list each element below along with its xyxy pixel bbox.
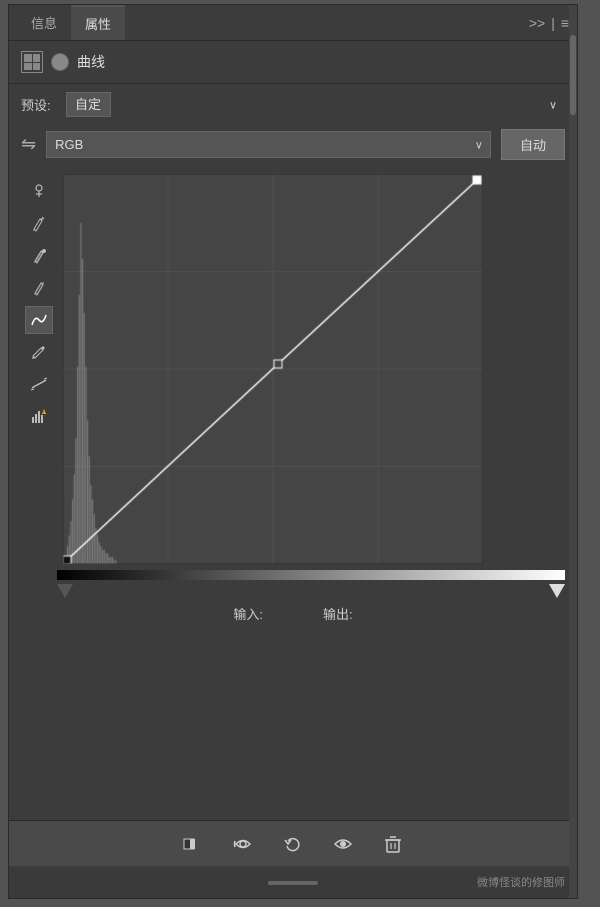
adjustment-grid-icon <box>21 51 43 73</box>
channel-select[interactable]: RGB <box>46 131 491 158</box>
toggle-visibility-button[interactable] <box>328 829 358 859</box>
bottom-tab-handle[interactable] <box>268 881 318 885</box>
channel-select-wrap: RGB <box>46 131 491 158</box>
clip-shadows-button[interactable] <box>178 829 208 859</box>
curve-smooth-tool[interactable] <box>25 306 53 334</box>
svg-text:!: ! <box>43 411 44 415</box>
preset-label: 预设: <box>21 95 56 114</box>
channel-arrow-icon[interactable]: ⇌ <box>21 134 36 155</box>
curve-canvas[interactable] <box>63 174 483 564</box>
tab-info[interactable]: 信息 <box>17 5 71 40</box>
preset-select-wrap: 自定 <box>66 92 565 117</box>
menu-icon[interactable]: ≡ <box>561 15 569 31</box>
tab-properties[interactable]: 属性 <box>71 5 125 40</box>
auto-button[interactable]: 自动 <box>501 129 565 160</box>
curves-container: ! <box>9 168 577 570</box>
gradient-bar <box>57 570 565 580</box>
black-point-slider[interactable] <box>57 584 73 598</box>
io-row: 输入: 输出: <box>9 598 577 629</box>
channel-row: ⇌ RGB 自动 <box>9 125 577 168</box>
scrollbar[interactable] <box>569 5 577 898</box>
section-header: 曲线 <box>9 41 577 84</box>
scrollbar-thumb[interactable] <box>570 35 576 115</box>
white-point-slider[interactable] <box>549 584 565 598</box>
watermark: 微博怪谈的修图师 <box>477 874 565 890</box>
pencil-tool[interactable] <box>25 338 53 366</box>
preset-select[interactable]: 自定 <box>66 92 111 117</box>
curve-area[interactable] <box>63 174 565 564</box>
view-previous-button[interactable] <box>228 829 258 859</box>
input-label: 输入: <box>233 604 263 623</box>
delete-button[interactable] <box>378 829 408 859</box>
preset-row: 预设: 自定 <box>9 84 577 125</box>
output-label: 输出: <box>323 604 353 623</box>
tools-panel: ! <box>21 174 57 564</box>
tab-right-controls: >> | ≡ <box>529 15 569 31</box>
reset-button[interactable] <box>278 829 308 859</box>
section-title: 曲线 <box>77 52 105 72</box>
sample-point-tool[interactable] <box>25 178 53 206</box>
black-eyedropper-tool[interactable] <box>25 242 53 270</box>
tab-bar: 信息 属性 >> | ≡ <box>9 5 577 41</box>
white-eyedropper-tool[interactable] <box>25 210 53 238</box>
bottom-toolbar <box>9 820 577 866</box>
circle-icon <box>51 53 69 71</box>
gradient-slider-area <box>57 570 565 598</box>
divider: | <box>551 15 555 31</box>
expand-icon[interactable]: >> <box>529 15 545 31</box>
midtone-eyedropper-tool[interactable] <box>25 274 53 302</box>
histogram-warning-tool[interactable]: ! <box>25 402 53 430</box>
smooth-curve-tool[interactable] <box>25 370 53 398</box>
